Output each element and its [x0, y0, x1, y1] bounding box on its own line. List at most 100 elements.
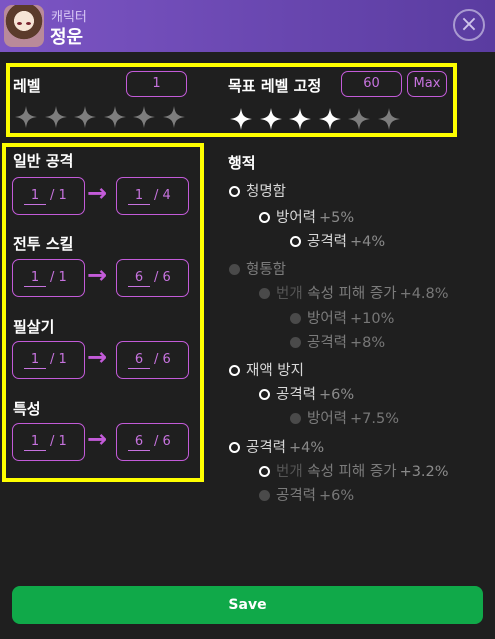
- trace-node[interactable]: 공격력 +4%: [290, 230, 385, 251]
- trace-node[interactable]: 방어력 +7.5%: [290, 407, 399, 428]
- star-icon[interactable]: [288, 107, 312, 131]
- character-header: 캐릭터 정운 ×: [0, 0, 495, 52]
- star-icon[interactable]: [103, 105, 127, 129]
- traces-title: 행적: [228, 154, 256, 172]
- skill-from-max: 1: [58, 434, 67, 449]
- trace-bonus: +7.5%: [350, 411, 400, 427]
- close-button[interactable]: ×: [453, 9, 485, 41]
- trace-dot-icon: [229, 186, 240, 197]
- trace-label: 공격력: [276, 387, 317, 403]
- character-name: 정운: [50, 27, 84, 48]
- slash: /: [50, 352, 55, 367]
- trace-dot-icon: [229, 365, 240, 376]
- trace-dot-icon: [290, 236, 301, 247]
- trace-bonus: +4.8%: [399, 286, 449, 302]
- skill-to-max: 4: [162, 188, 171, 203]
- close-icon: ×: [459, 12, 479, 37]
- star-icon[interactable]: [14, 105, 38, 129]
- skill-to-current[interactable]: 6: [128, 352, 150, 369]
- trace-label: 속성 피해 증가: [307, 464, 397, 480]
- skill-to-max-text: / 6: [154, 434, 171, 449]
- skill-to-max: 6: [162, 434, 171, 449]
- trace-node[interactable]: 공격력 +6%: [259, 484, 354, 505]
- skill-from-input[interactable]: 1 / 1: [12, 177, 85, 215]
- skill-from-current[interactable]: 1: [24, 188, 46, 205]
- trace-bonus: +8%: [350, 335, 386, 351]
- trace-element-prefix: 번개: [276, 464, 303, 480]
- star-icon[interactable]: [229, 107, 253, 131]
- skill-from-current[interactable]: 1: [24, 434, 46, 451]
- skill-to-input[interactable]: 6 / 6: [116, 423, 189, 461]
- trace-node[interactable]: 번개 속성 피해 증가 +4.8%: [259, 282, 449, 303]
- trace-label: 재액 방지: [246, 363, 304, 379]
- trace-dot-icon: [290, 337, 301, 348]
- skill-to-max: 6: [162, 352, 171, 367]
- trace-dot-icon: [259, 212, 270, 223]
- trace-label: 방어력: [276, 210, 317, 226]
- trace-dot-icon: [259, 490, 270, 501]
- max-button[interactable]: Max: [407, 71, 447, 97]
- trace-node[interactable]: 방어력 +5%: [259, 206, 354, 227]
- slash: /: [50, 434, 55, 449]
- trace-node[interactable]: 청명함: [229, 180, 286, 201]
- avatar-eye: [17, 22, 22, 25]
- star-icon[interactable]: [73, 105, 97, 129]
- trace-label: 공격력: [307, 335, 348, 351]
- slash: /: [154, 352, 159, 367]
- trace-node[interactable]: 공격력 +6%: [259, 383, 354, 404]
- skill-to-input[interactable]: 1 / 4: [116, 177, 189, 215]
- star-icon[interactable]: [347, 107, 371, 131]
- arrow-right-icon: →: [87, 179, 108, 207]
- skill-to-max-text: / 4: [154, 188, 171, 203]
- trace-bonus: +3.2%: [399, 464, 449, 480]
- skill-to-current[interactable]: 6: [128, 270, 150, 287]
- trace-bonus: +5%: [319, 210, 355, 226]
- trace-dot-icon: [259, 288, 270, 299]
- trace-node[interactable]: 방어력 +10%: [290, 307, 394, 328]
- arrow-right-icon: →: [87, 343, 108, 371]
- trace-dot-icon: [229, 442, 240, 453]
- skill-to-max-text: / 6: [154, 270, 171, 285]
- skill-to-current[interactable]: 1: [128, 188, 150, 205]
- save-button[interactable]: Save: [12, 586, 483, 624]
- trace-element-prefix: 번개: [276, 286, 303, 302]
- star-icon[interactable]: [318, 107, 342, 131]
- skill-from-current[interactable]: 1: [24, 270, 46, 287]
- skill-from-max-text: / 1: [50, 434, 67, 449]
- trace-node[interactable]: 번개 속성 피해 증가 +3.2%: [259, 460, 449, 481]
- skill-to-input[interactable]: 6 / 6: [116, 259, 189, 297]
- target-level-input[interactable]: 60: [341, 71, 402, 97]
- skill-title: 전투 스킬: [13, 235, 74, 253]
- level-input[interactable]: 1: [126, 71, 187, 97]
- trace-node[interactable]: 재액 방지: [229, 359, 304, 380]
- trace-label: 방어력: [307, 411, 348, 427]
- star-icon[interactable]: [132, 105, 156, 129]
- trace-label: 방어력: [307, 311, 348, 327]
- slash: /: [50, 188, 55, 203]
- star-icon[interactable]: [44, 105, 68, 129]
- skill-from-max-text: / 1: [50, 352, 67, 367]
- skill-to-input[interactable]: 6 / 6: [116, 341, 189, 379]
- trace-node[interactable]: 형통함: [229, 258, 286, 279]
- star-icon[interactable]: [377, 107, 401, 131]
- slash: /: [154, 434, 159, 449]
- trace-dot-icon: [259, 389, 270, 400]
- trace-label: 공격력: [307, 234, 348, 250]
- star-icon[interactable]: [162, 105, 186, 129]
- level-stars[interactable]: [14, 105, 191, 129]
- skill-from-input[interactable]: 1 / 1: [12, 259, 85, 297]
- skill-to-current[interactable]: 6: [128, 434, 150, 451]
- skill-from-current[interactable]: 1: [24, 352, 46, 369]
- character-avatar: [4, 5, 44, 47]
- skill-from-input[interactable]: 1 / 1: [12, 423, 85, 461]
- skill-from-input[interactable]: 1 / 1: [12, 341, 85, 379]
- trace-node[interactable]: 공격력 +8%: [290, 331, 385, 352]
- trace-label: 형통함: [246, 262, 287, 278]
- trace-node[interactable]: 공격력 +4%: [229, 436, 324, 457]
- skill-from-max-text: / 1: [50, 188, 67, 203]
- trace-bonus: +6%: [319, 387, 355, 403]
- arrow-right-icon: →: [87, 261, 108, 289]
- skill-to-max: 6: [162, 270, 171, 285]
- star-icon[interactable]: [259, 107, 283, 131]
- target-stars[interactable]: [229, 107, 406, 131]
